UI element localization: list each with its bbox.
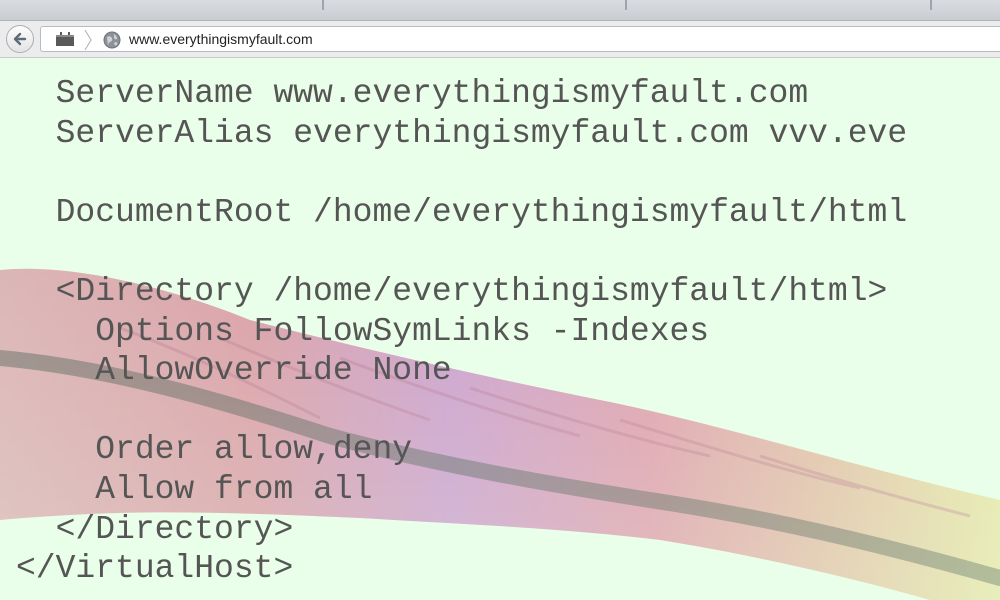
code-line-allow-from: Allow from all bbox=[16, 470, 373, 508]
tab-separator bbox=[930, 0, 932, 10]
code-line-options: Options FollowSymLinks -Indexes bbox=[16, 312, 710, 350]
code-line-directory-open: <Directory /home/everythingismyfault/htm… bbox=[16, 272, 888, 310]
vhost-config-code: ServerName www.everythingismyfault.com S… bbox=[16, 74, 907, 589]
chevron-right-icon bbox=[84, 29, 92, 51]
navigation-toolbar: www.everythingismyfault.com bbox=[0, 21, 1000, 58]
browser-window: www.everythingismyfault.com ServerName w… bbox=[0, 0, 1000, 600]
back-button[interactable] bbox=[6, 25, 34, 53]
code-line-server-name: ServerName www.everythingismyfault.com bbox=[16, 75, 809, 112]
tab-strip bbox=[0, 0, 1000, 21]
page-content: ServerName www.everythingismyfault.com S… bbox=[0, 58, 1000, 600]
code-line-allow-override: AllowOverride None bbox=[16, 352, 452, 390]
tab-separator bbox=[322, 0, 324, 10]
tab-separator bbox=[625, 0, 627, 10]
code-line-order: Order allow,deny bbox=[16, 431, 413, 469]
url-text: www.everythingismyfault.com bbox=[129, 31, 313, 47]
site-identity-button[interactable] bbox=[49, 30, 83, 48]
code-line-document-root: DocumentRoot /home/everythingismyfault/h… bbox=[16, 193, 908, 231]
code-line-server-alias: ServerAlias everythingismyfault.com vvv.… bbox=[16, 114, 908, 152]
globe-icon bbox=[103, 31, 121, 49]
code-line-virtualhost-close: </VirtualHost> bbox=[16, 550, 294, 588]
back-arrow-icon bbox=[13, 32, 27, 46]
code-line-directory-close: </Directory> bbox=[16, 510, 294, 548]
page-identity-icon bbox=[56, 32, 74, 46]
url-bar[interactable]: www.everythingismyfault.com bbox=[40, 26, 1000, 52]
